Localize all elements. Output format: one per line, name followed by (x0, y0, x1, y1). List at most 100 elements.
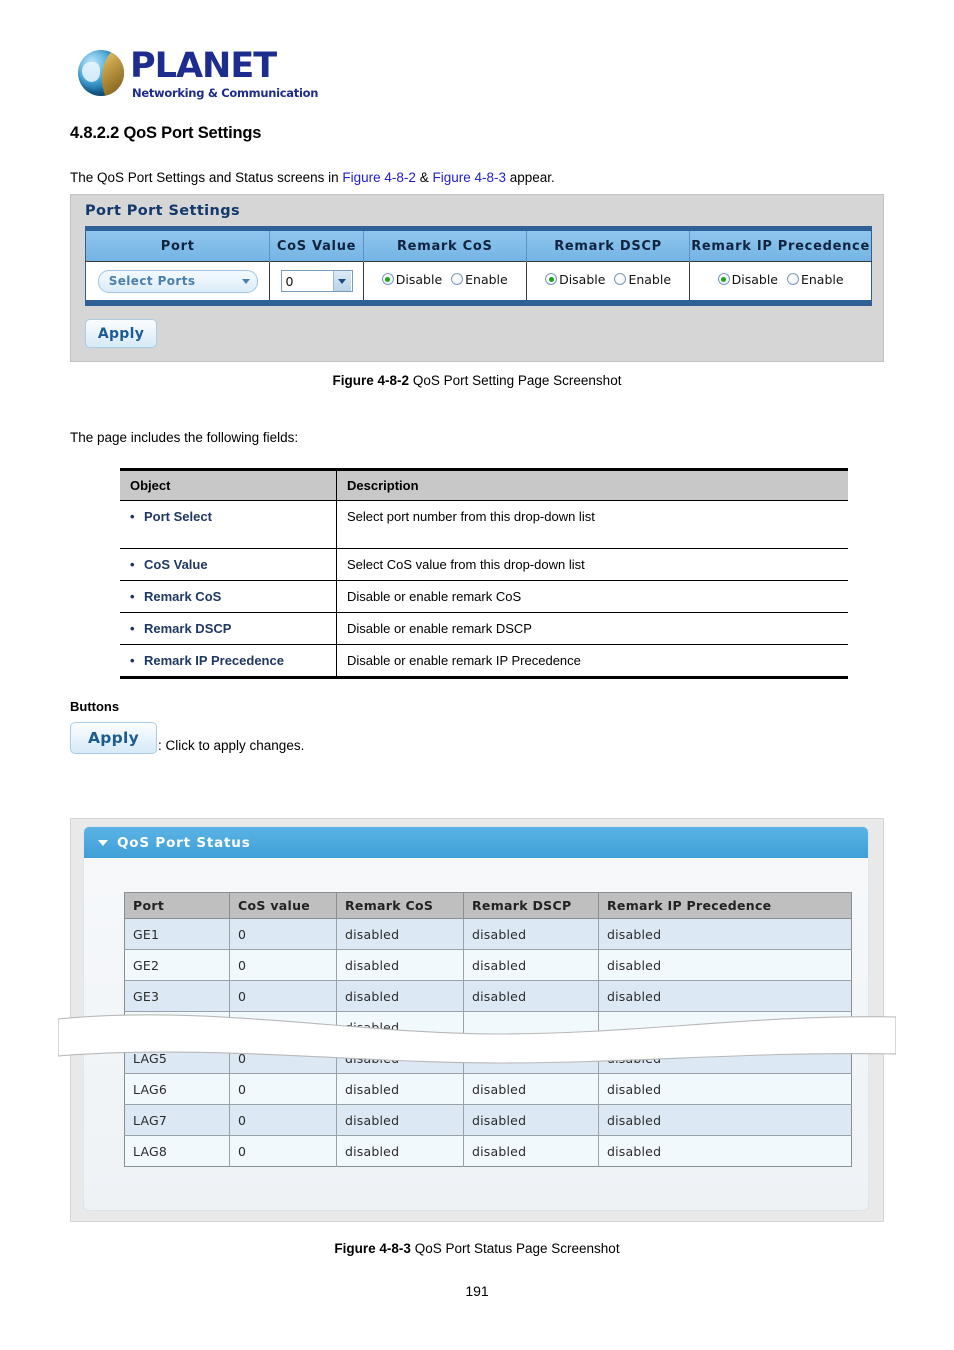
table-bottom-bar (85, 300, 872, 306)
cos-value-dropdown[interactable]: 0 (280, 270, 353, 292)
field-object-label: Remark DSCP (144, 621, 232, 636)
cell-remark-ipp: disabled (598, 1042, 852, 1074)
cos-value-selected: 0 (285, 273, 294, 289)
field-object-label: CoS Value (144, 557, 208, 572)
apply-button[interactable]: Apply (85, 319, 157, 348)
cell-cos: 0 (229, 1135, 337, 1167)
figure-4-8-3-caption-text: QoS Port Status Page Screenshot (410, 1241, 620, 1256)
cell-remark-dscp: Disable Enable (526, 261, 691, 300)
cell-remark-cos: disabled (336, 980, 464, 1012)
apply-button-description: : Click to apply changes. (158, 738, 305, 753)
field-object-label: Port Select (144, 509, 212, 524)
cell-cos: 0 (229, 949, 337, 981)
col-header-remark-cos: Remark CoS (336, 892, 464, 919)
table-header-row: Object Description (120, 468, 848, 501)
cell-remark-cos: disabled (336, 1042, 464, 1074)
fields-description-table: Object Description • Port Select Select p… (120, 468, 848, 679)
col-header-remark-cos: Remark CoS (363, 231, 527, 262)
cell-remark-dscp: disabled (463, 1104, 599, 1136)
bullet-icon: • (130, 653, 135, 668)
remark-dscp-radio-group: Disable Enable (545, 272, 671, 287)
intro-paragraph: The QoS Port Settings and Status screens… (70, 170, 555, 185)
radio-icon[interactable] (717, 273, 730, 286)
radio-icon[interactable] (545, 273, 558, 286)
radio-icon[interactable] (381, 273, 394, 286)
qos-port-status-table: Port CoS value Remark CoS Remark DSCP Re… (124, 892, 852, 1167)
table-row: LAG8 0 disabled disabled disabled (124, 1135, 852, 1167)
cell-port: LAG5 (124, 1042, 230, 1074)
col-header-remark-dscp: Remark DSCP (463, 892, 599, 919)
cell-remark-ipp: disabled (598, 918, 852, 950)
cell-remark-ipp: disabled (598, 980, 852, 1012)
radio-icon[interactable] (786, 273, 799, 286)
cell-cos: 0 (229, 1104, 337, 1136)
cell-remark-dscp: disabled (463, 918, 599, 950)
cell-remark-cos: disabled (336, 1011, 464, 1043)
field-object-label: Remark IP Precedence (144, 653, 284, 668)
table-row: • Remark DSCP Disable or enable remark DS… (120, 612, 848, 645)
cell-port-select: Select Ports (85, 261, 271, 300)
table-row: GE1 0 disabled disabled disabled (124, 918, 852, 950)
planet-logo: PLANET Networking & Communication (78, 44, 378, 106)
cell-remark-cos: disabled (336, 918, 464, 950)
figure-4-8-2-link[interactable]: Figure 4-8-2 (342, 170, 416, 185)
radio-icon[interactable] (451, 273, 464, 286)
remark-cos-enable-option[interactable]: Enable (451, 272, 508, 287)
remark-ipp-enable-option[interactable]: Enable (786, 271, 844, 287)
remark-dscp-disable-option[interactable]: Disable (545, 272, 605, 287)
remark-cos-disable-option[interactable]: Disable (381, 272, 442, 287)
remark-ipp-disable-option[interactable]: Disable (717, 272, 778, 287)
col-header-object: Object (120, 468, 337, 501)
figure-4-8-2-caption-text: QoS Port Setting Page Screenshot (409, 373, 622, 388)
bullet-icon: • (130, 557, 135, 572)
cell-remark-ipp (598, 1011, 852, 1043)
table-row: • CoS Value Select CoS value from this dr… (120, 548, 848, 581)
cell-remark-dscp: disabled (463, 1042, 599, 1074)
cell-remark-cos: disabled (336, 1104, 464, 1136)
cell-cos: 0 (229, 918, 337, 950)
remark-ipp-radio-group: Disable Enable (717, 271, 844, 287)
cell-cos: 0 (229, 1042, 337, 1074)
cell-port: GE3 (124, 980, 230, 1012)
figure-4-8-3-caption-label: Figure 4-8-3 (334, 1241, 411, 1256)
table-row: GE2 0 disabled disabled disabled (124, 949, 852, 981)
figure-4-8-3-caption: Figure 4-8-3 QoS Port Status Page Screen… (0, 1241, 954, 1256)
cell-port (124, 1011, 230, 1043)
field-description-cell: Select port number from this drop-down l… (336, 500, 848, 549)
cell-remark-ipp: disabled (598, 1104, 852, 1136)
col-header-remark-dscp: Remark DSCP (526, 231, 691, 262)
port-select-dropdown[interactable]: Select Ports (97, 269, 258, 293)
remark-dscp-enable-option[interactable]: Enable (614, 272, 671, 287)
field-object-cell: • CoS Value (120, 548, 337, 581)
intro-prefix: The QoS Port Settings and Status screens… (70, 170, 343, 185)
figure-4-8-3-link[interactable]: Figure 4-8-3 (432, 170, 506, 185)
cell-remark-cos: disabled (336, 949, 464, 981)
radio-icon[interactable] (614, 273, 627, 286)
cell-port: GE1 (124, 918, 230, 950)
field-object-cell: • Remark CoS (120, 580, 337, 613)
qos-port-settings-table: Port CoS Value Remark CoS Remark DSCP Re… (85, 226, 872, 306)
fields-lead-text: The page includes the following fields: (70, 430, 299, 445)
table-header-row: Port CoS value Remark CoS Remark DSCP Re… (124, 892, 852, 919)
triangle-down-icon[interactable] (98, 839, 108, 846)
col-header-port: Port (124, 892, 230, 919)
buttons-section-label: Buttons (70, 699, 120, 714)
cell-cos (229, 1011, 337, 1043)
col-header-cos-value: CoS Value (269, 231, 364, 262)
bullet-icon: • (130, 621, 135, 636)
remark-cos-radio-group: Disable Enable (381, 272, 508, 287)
intro-amp: & (415, 170, 433, 185)
col-header-description: Description (336, 468, 848, 501)
apply-button-legend[interactable]: Apply (70, 722, 157, 754)
cell-remark-cos: Disable Enable (363, 261, 527, 300)
field-object-cell: • Remark IP Precedence (120, 644, 337, 679)
status-panel-title-bar[interactable]: QoS Port Status (84, 827, 868, 858)
cell-remark-cos: disabled (336, 1135, 464, 1167)
cell-remark-dscp: disabled (463, 980, 599, 1012)
bullet-icon: • (130, 509, 135, 524)
page-title: 4.8.2.2 QoS Port Settings (70, 124, 262, 142)
cell-remark-cos: disabled (336, 1073, 464, 1105)
table-row: • Port Select Select port number from thi… (120, 500, 848, 549)
cell-cos: 0 (229, 980, 337, 1012)
remark-ipp-enable-label: Enable (800, 271, 844, 287)
